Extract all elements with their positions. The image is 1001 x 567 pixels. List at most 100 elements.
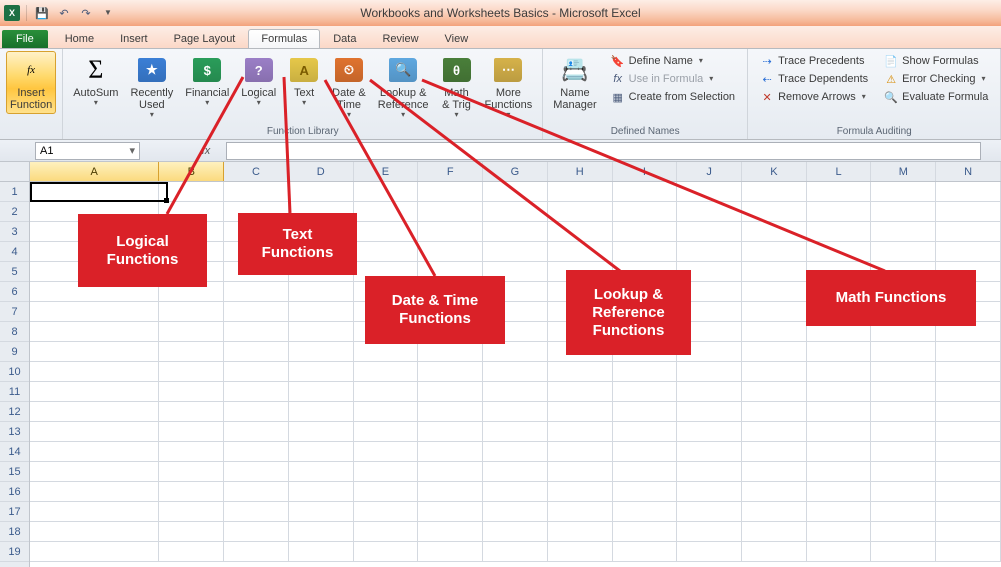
cell[interactable] — [936, 362, 1001, 382]
row-header[interactable]: 7 — [0, 302, 29, 322]
cell[interactable] — [354, 242, 419, 262]
cell[interactable] — [742, 422, 807, 442]
cell[interactable] — [548, 522, 613, 542]
cell[interactable] — [224, 302, 289, 322]
more-functions-button[interactable]: ⋯More Functions▾ — [481, 51, 537, 122]
cell[interactable] — [30, 462, 159, 482]
cell[interactable] — [289, 182, 354, 202]
fx-label-icon[interactable]: fx — [186, 145, 226, 157]
cell[interactable] — [30, 182, 159, 202]
cell[interactable] — [224, 402, 289, 422]
row-header[interactable]: 19 — [0, 542, 29, 562]
cell[interactable] — [677, 462, 742, 482]
date-time-button[interactable]: ⏲Date & Time▾ — [328, 51, 370, 122]
cell[interactable] — [483, 182, 548, 202]
cell[interactable] — [159, 402, 224, 422]
cell[interactable] — [613, 202, 678, 222]
cell[interactable] — [742, 402, 807, 422]
cell[interactable] — [871, 542, 936, 562]
cell[interactable] — [418, 402, 483, 422]
cell[interactable] — [30, 362, 159, 382]
cell[interactable] — [159, 502, 224, 522]
cell[interactable] — [936, 382, 1001, 402]
cell[interactable] — [159, 442, 224, 462]
autosum-button[interactable]: ΣAutoSum▾ — [69, 51, 122, 110]
cell[interactable] — [159, 382, 224, 402]
cell[interactable] — [677, 402, 742, 422]
cell[interactable] — [418, 222, 483, 242]
cell[interactable] — [613, 402, 678, 422]
column-header[interactable]: A — [30, 162, 159, 181]
cell[interactable] — [871, 362, 936, 382]
cell[interactable] — [807, 202, 872, 222]
cell[interactable] — [677, 502, 742, 522]
cell[interactable] — [807, 382, 872, 402]
cell[interactable] — [871, 402, 936, 422]
cell[interactable] — [742, 282, 807, 302]
cell[interactable] — [677, 182, 742, 202]
cell[interactable] — [936, 402, 1001, 422]
cell[interactable] — [30, 442, 159, 462]
cell[interactable] — [224, 502, 289, 522]
cell[interactable] — [742, 482, 807, 502]
cell[interactable] — [871, 482, 936, 502]
cell[interactable] — [354, 342, 419, 362]
cell[interactable] — [30, 402, 159, 422]
lookup-reference-button[interactable]: 🔍Lookup & Reference▾ — [374, 51, 433, 122]
cell[interactable] — [742, 382, 807, 402]
cell[interactable] — [613, 242, 678, 262]
column-header[interactable]: M — [871, 162, 936, 181]
cell[interactable] — [224, 442, 289, 462]
cell[interactable] — [354, 442, 419, 462]
row-header[interactable]: 6 — [0, 282, 29, 302]
cell[interactable] — [936, 342, 1001, 362]
cell[interactable] — [418, 422, 483, 442]
cell[interactable] — [30, 482, 159, 502]
cell[interactable] — [354, 522, 419, 542]
cell[interactable] — [159, 542, 224, 562]
cell[interactable] — [807, 222, 872, 242]
cell[interactable] — [742, 462, 807, 482]
cell[interactable] — [30, 302, 159, 322]
cell[interactable] — [677, 242, 742, 262]
column-header[interactable]: J — [677, 162, 742, 181]
cell[interactable] — [289, 282, 354, 302]
cell[interactable] — [871, 202, 936, 222]
cell[interactable] — [159, 422, 224, 442]
cell[interactable] — [807, 462, 872, 482]
cell[interactable] — [871, 342, 936, 362]
cell[interactable] — [418, 242, 483, 262]
cell[interactable] — [354, 382, 419, 402]
row-header[interactable]: 5 — [0, 262, 29, 282]
cell[interactable] — [742, 522, 807, 542]
cell[interactable] — [354, 502, 419, 522]
tab-formulas[interactable]: Formulas — [248, 29, 320, 48]
cell[interactable] — [418, 502, 483, 522]
cell[interactable] — [483, 442, 548, 462]
column-header[interactable]: G — [483, 162, 548, 181]
cell[interactable] — [548, 222, 613, 242]
logical-button[interactable]: ?Logical▾ — [237, 51, 280, 110]
row-header[interactable]: 4 — [0, 242, 29, 262]
column-header[interactable]: B — [159, 162, 224, 181]
cell[interactable] — [742, 202, 807, 222]
cell[interactable] — [224, 382, 289, 402]
undo-icon[interactable]: ↶ — [55, 4, 73, 22]
cell[interactable] — [159, 342, 224, 362]
cell[interactable] — [30, 322, 159, 342]
cell[interactable] — [871, 442, 936, 462]
cell[interactable] — [418, 362, 483, 382]
row-header[interactable]: 18 — [0, 522, 29, 542]
column-header[interactable]: D — [289, 162, 354, 181]
cell[interactable] — [30, 422, 159, 442]
cell[interactable] — [30, 342, 159, 362]
cell[interactable] — [354, 402, 419, 422]
cell[interactable] — [936, 202, 1001, 222]
cell[interactable] — [677, 202, 742, 222]
cell[interactable] — [483, 202, 548, 222]
column-header[interactable]: K — [742, 162, 807, 181]
save-icon[interactable]: 💾 — [33, 4, 51, 22]
cell[interactable] — [677, 482, 742, 502]
remove-arrows-button[interactable]: ✕Remove Arrows▾ — [756, 89, 872, 105]
cell[interactable] — [418, 342, 483, 362]
